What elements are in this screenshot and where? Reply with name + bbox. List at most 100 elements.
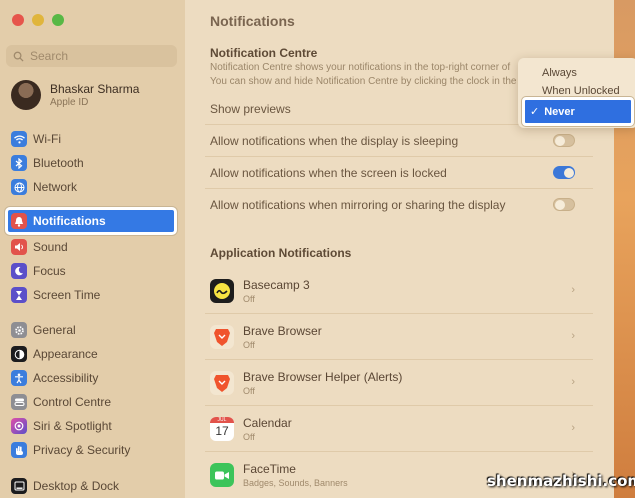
row-label: Allow notifications when the display is … xyxy=(210,133,459,148)
globe-icon xyxy=(11,179,27,195)
sidebar-item-label: Wi-Fi xyxy=(33,132,61,146)
chevron-right-icon: › xyxy=(571,376,575,388)
app-row-brave[interactable]: Brave Browser Off › xyxy=(205,314,593,360)
app-name: Basecamp 3 xyxy=(243,277,310,292)
search-input[interactable]: Search xyxy=(6,45,177,67)
screen-locked-row: Allow notifications when the screen is l… xyxy=(205,157,593,189)
close-button[interactable] xyxy=(12,14,24,26)
sidebar-item-appearance[interactable]: Appearance xyxy=(8,343,178,365)
sidebar-item-label: Siri & Spotlight xyxy=(33,419,112,433)
wifi-icon xyxy=(11,131,27,147)
app-notifications-heading: Application Notifications xyxy=(210,246,352,260)
brave-icon xyxy=(210,324,234,349)
menu-item-never[interactable]: ✓ Never xyxy=(522,97,634,126)
app-status: Off xyxy=(243,293,255,304)
calendar-day: 17 xyxy=(215,423,229,438)
app-status: Off xyxy=(243,385,255,396)
section-heading: Notification Centre xyxy=(210,46,318,60)
zoom-button[interactable] xyxy=(52,14,64,26)
app-row-calendar[interactable]: JUL 17 Calendar Off › xyxy=(205,406,593,452)
app-row-brave-helper[interactable]: Brave Browser Helper (Alerts) Off › xyxy=(205,360,593,406)
bluetooth-icon xyxy=(11,155,27,171)
sidebar-item-siri-spotlight[interactable]: Siri & Spotlight xyxy=(8,415,178,437)
search-icon xyxy=(13,51,24,62)
profile-name: Bhaskar Sharma xyxy=(50,82,140,96)
mirroring-toggle[interactable] xyxy=(553,198,575,211)
mirroring-row: Allow notifications when mirroring or sh… xyxy=(205,189,593,221)
sidebar-item-label: Network xyxy=(33,180,78,194)
sidebar: Search Bhaskar Sharma Apple ID Wi-Fi Blu… xyxy=(0,0,185,498)
sidebar-item-screen-time[interactable]: Screen Time xyxy=(8,284,178,306)
sidebar-item-control-centre[interactable]: Control Centre xyxy=(8,391,178,413)
checkmark-icon: ✓ xyxy=(530,106,540,118)
sidebar-item-label: Focus xyxy=(33,264,66,278)
hand-icon xyxy=(11,442,27,458)
row-label: Allow notifications when mirroring or sh… xyxy=(210,198,506,212)
brave-icon xyxy=(210,370,234,395)
page-title: Notifications xyxy=(210,13,295,29)
sidebar-item-sound[interactable]: Sound xyxy=(8,236,178,258)
sidebar-item-label: Screen Time xyxy=(33,288,101,302)
app-name: Brave Browser xyxy=(243,323,322,338)
chevron-right-icon: › xyxy=(571,422,575,434)
watermark: shenmazhishi.com xyxy=(487,472,635,490)
window-controls xyxy=(12,14,64,26)
display-sleeping-toggle[interactable] xyxy=(553,134,575,147)
app-name: FaceTime xyxy=(243,462,296,476)
profile-subtitle: Apple ID xyxy=(50,97,89,108)
sidebar-item-label: Sound xyxy=(33,240,68,254)
sidebar-item-privacy-security[interactable]: Privacy & Security xyxy=(8,439,178,461)
sidebar-item-label: Desktop & Dock xyxy=(33,479,120,493)
sidebar-item-accessibility[interactable]: Accessibility xyxy=(8,367,178,389)
app-name: Calendar xyxy=(243,415,292,430)
search-placeholder: Search xyxy=(30,49,69,63)
row-label: Show previews xyxy=(210,101,291,116)
menu-item-label: Never xyxy=(544,105,575,118)
sidebar-item-label: Control Centre xyxy=(33,395,112,409)
sidebar-item-label: Accessibility xyxy=(33,371,99,385)
sidebar-item-label: General xyxy=(33,323,76,337)
basecamp-icon xyxy=(210,278,234,303)
facetime-icon xyxy=(210,463,234,487)
app-status: Badges, Sounds, Banners xyxy=(243,478,348,488)
siri-icon xyxy=(11,418,27,434)
control-centre-icon xyxy=(11,394,27,410)
hourglass-icon xyxy=(11,287,27,303)
sidebar-item-bluetooth[interactable]: Bluetooth xyxy=(8,152,178,174)
avatar xyxy=(11,80,41,110)
chevron-right-icon: › xyxy=(571,330,575,342)
sidebar-item-wifi[interactable]: Wi-Fi xyxy=(8,128,178,150)
screen-locked-toggle[interactable] xyxy=(553,166,575,179)
notification-centre-section: Notification Centre Notification Centre … xyxy=(210,46,550,88)
sidebar-item-network[interactable]: Network xyxy=(8,176,178,198)
section-description: Notification Centre shows your notificat… xyxy=(210,62,511,73)
sidebar-item-label: Privacy & Security xyxy=(33,443,131,457)
section-description: You can show and hide Notification Centr… xyxy=(210,76,517,87)
app-status: Off xyxy=(243,339,255,350)
bell-icon xyxy=(11,213,27,229)
display-sleeping-row: Allow notifications when the display is … xyxy=(205,125,593,157)
sidebar-item-general[interactable]: General xyxy=(8,319,178,341)
app-name: Brave Browser Helper (Alerts) xyxy=(243,369,403,384)
gear-icon xyxy=(11,322,27,338)
menu-item-when-unlocked[interactable]: When Unlocked xyxy=(542,85,620,97)
accessibility-icon xyxy=(11,370,27,386)
speaker-icon xyxy=(11,239,27,255)
chevron-right-icon: › xyxy=(571,284,575,296)
moon-icon xyxy=(11,263,27,279)
sidebar-item-label: Bluetooth xyxy=(33,156,84,170)
menu-item-always[interactable]: Always xyxy=(542,67,577,79)
sidebar-item-label: Notifications xyxy=(33,214,106,228)
calendar-icon: JUL 17 xyxy=(210,416,234,441)
app-row-basecamp[interactable]: Basecamp 3 Off › xyxy=(205,268,593,314)
sidebar-item-label: Appearance xyxy=(33,347,98,361)
apple-id-profile[interactable]: Bhaskar Sharma Apple ID xyxy=(11,80,139,110)
sidebar-item-focus[interactable]: Focus xyxy=(8,260,178,282)
minimize-button[interactable] xyxy=(32,14,44,26)
dock-icon xyxy=(11,478,27,494)
sidebar-item-notifications[interactable]: Notifications xyxy=(5,207,177,235)
app-status: Off xyxy=(243,431,255,442)
row-label: Allow notifications when the screen is l… xyxy=(210,165,447,180)
appearance-icon xyxy=(11,346,27,362)
sidebar-item-desktop-dock[interactable]: Desktop & Dock xyxy=(8,475,178,497)
